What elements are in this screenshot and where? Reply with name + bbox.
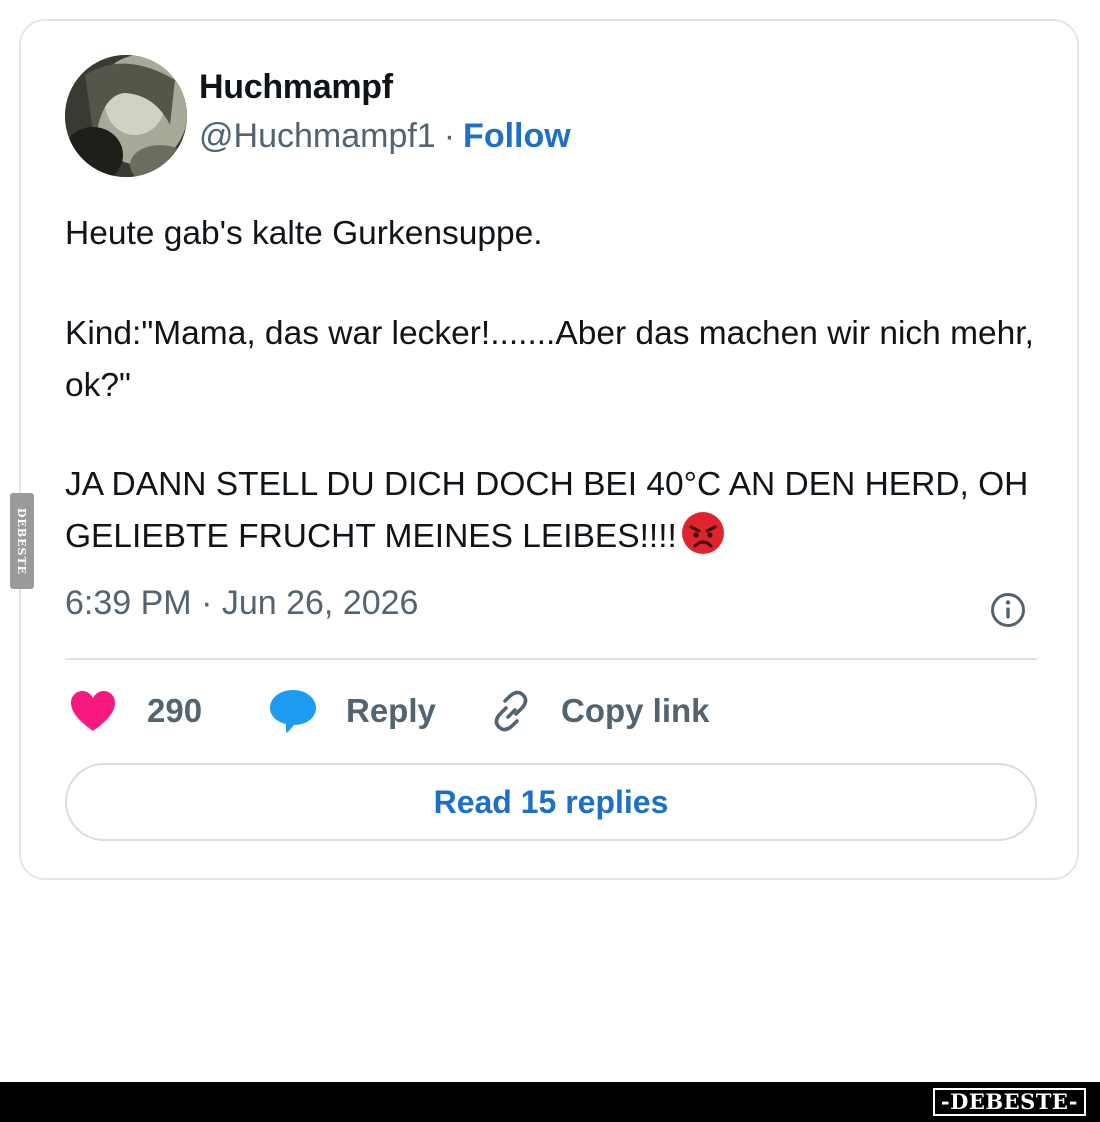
- heart-icon: [69, 690, 117, 732]
- angry-face-emoji: [681, 511, 725, 571]
- copy-link-button[interactable]: Copy link: [487, 689, 710, 733]
- reply-button[interactable]: Reply: [268, 689, 436, 733]
- footer-watermark-logo: -DEBESTE-: [932, 1088, 1086, 1116]
- tweet-paragraph-1: Heute gab's kalte Gurkensuppe.: [65, 215, 543, 252]
- copy-link-label: Copy link: [561, 692, 710, 729]
- avatar[interactable]: [65, 55, 187, 177]
- divider: [65, 658, 1037, 660]
- link-icon: [487, 689, 535, 733]
- info-icon[interactable]: [989, 591, 1027, 629]
- timestamp[interactable]: 6:39 PM · Jun 26, 2026: [65, 584, 418, 623]
- footer-bar: -DEBESTE-: [0, 1082, 1100, 1122]
- user-handle[interactable]: @Huchmampf1: [199, 117, 436, 155]
- like-button[interactable]: 290: [69, 689, 202, 733]
- separator-dot: ·: [443, 117, 456, 155]
- tweet-paragraph-3-text: JA DANN STELL DU DICH DOCH BEI 40°C AN D…: [65, 466, 1029, 555]
- side-watermark-text: DEBESTE: [15, 507, 29, 575]
- tweet-paragraph-3: JA DANN STELL DU DICH DOCH BEI 40°C AN D…: [65, 459, 1055, 571]
- speech-bubble-icon: [268, 688, 318, 734]
- follow-link[interactable]: Follow: [463, 117, 571, 155]
- tweet-paragraph-2: Kind:"Mama, das war lecker!.......Aber d…: [65, 315, 1034, 404]
- display-name[interactable]: Huchmampf: [199, 68, 393, 107]
- avatar-photo: [65, 55, 187, 177]
- read-replies-button[interactable]: Read 15 replies: [65, 763, 1037, 841]
- reply-label: Reply: [346, 692, 436, 729]
- side-watermark: DEBESTE: [10, 493, 34, 589]
- tweet-text: Heute gab's kalte Gurkensuppe. Kind:"Mam…: [65, 208, 1055, 571]
- tweet-card: Huchmampf @Huchmampf1 · Follow Heute gab's…: [19, 19, 1079, 880]
- like-count: 290: [147, 692, 203, 729]
- handle-row: @Huchmampf1 · Follow: [199, 117, 571, 156]
